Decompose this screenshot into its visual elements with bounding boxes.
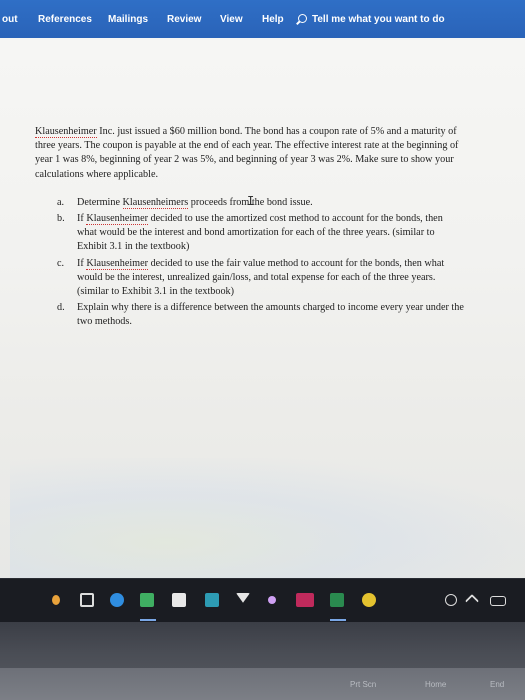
- list-item: b. If Klausenheimer decided to use the am…: [35, 212, 465, 255]
- chrome-icon[interactable]: [362, 593, 376, 607]
- end-key: End: [490, 680, 505, 689]
- tab-review[interactable]: Review: [167, 14, 201, 25]
- company-name: Klausenheimer: [86, 213, 149, 226]
- document-page[interactable]: Klausenheimer Inc. just issued a $60 mil…: [0, 38, 525, 578]
- document-body[interactable]: Klausenheimer Inc. just issued a $60 mil…: [35, 125, 465, 332]
- excel-icon[interactable]: [330, 593, 344, 607]
- chevron-up-icon[interactable]: [464, 593, 480, 609]
- screen-glare: [10, 458, 525, 578]
- task-view-icon[interactable]: [80, 593, 94, 607]
- item-text: Explain why there is a difference betwee…: [77, 302, 464, 328]
- active-indicator: [330, 619, 346, 621]
- item-text: Determine: [77, 196, 123, 208]
- tab-help[interactable]: Help: [262, 14, 284, 25]
- keyboard-row: Prt Scn Home End: [0, 668, 525, 700]
- tab-mailings[interactable]: Mailings: [108, 14, 148, 25]
- store-icon[interactable]: [140, 593, 154, 607]
- tab-references[interactable]: References: [38, 14, 92, 25]
- people-icon[interactable]: [445, 594, 457, 606]
- tab-layout[interactable]: out: [2, 14, 18, 25]
- prtscn-key: Prt Scn: [350, 680, 377, 689]
- tab-view[interactable]: View: [220, 14, 243, 25]
- word-ribbon: out References Mailings Review View Help…: [0, 0, 525, 38]
- question-list: a. Determine Klausenheimers proceeds from…: [35, 196, 465, 330]
- calendar-icon[interactable]: [172, 593, 186, 607]
- active-indicator: [140, 619, 156, 621]
- text-cursor-icon: I: [247, 194, 255, 208]
- onenote-icon[interactable]: [296, 593, 314, 607]
- item-text: If: [77, 257, 87, 269]
- lightbulb-search-icon[interactable]: [298, 14, 307, 23]
- home-key: Home: [425, 680, 447, 689]
- item-marker: b.: [57, 213, 65, 225]
- mail-icon[interactable]: [236, 593, 250, 603]
- intro-text: Inc. just issued a $60 million bond. The…: [35, 126, 459, 180]
- weather-icon[interactable]: [268, 596, 276, 604]
- company-name: Klausenheimers: [122, 196, 189, 209]
- tell-me-box[interactable]: Tell me what you want to do: [312, 14, 445, 25]
- battery-icon[interactable]: [490, 596, 506, 606]
- item-marker: d.: [57, 302, 65, 314]
- list-item: c. If Klausenheimer decided to use the fa…: [35, 257, 465, 300]
- list-item: d. Explain why there is a difference betw…: [35, 301, 465, 329]
- item-text: If: [77, 213, 87, 225]
- intro-paragraph: Klausenheimer Inc. just issued a $60 mil…: [35, 125, 465, 182]
- company-name: Klausenheimer: [35, 126, 97, 138]
- item-marker: c.: [57, 257, 65, 269]
- edge-icon[interactable]: [110, 593, 124, 607]
- item-marker: a.: [57, 196, 65, 208]
- windows-taskbar: [0, 578, 525, 623]
- company-name: Klausenheimer: [86, 257, 149, 270]
- lightbulb-icon[interactable]: [52, 595, 60, 605]
- photos-icon[interactable]: [205, 593, 219, 607]
